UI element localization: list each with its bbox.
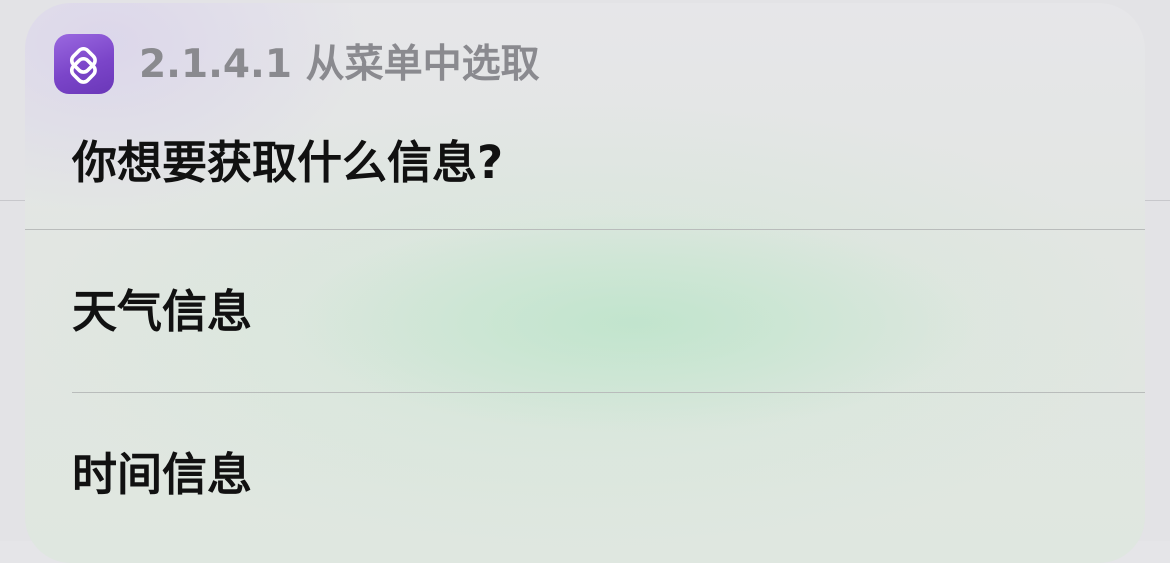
shortcut-name: 2.1.4.1 从菜单中选取 (139, 42, 540, 87)
menu-option-label: 时间信息 (72, 448, 253, 501)
menu-option-label: 天气信息 (72, 285, 253, 338)
prompt-title: 你想要获取什么信息? (72, 136, 504, 189)
shortcuts-icon (54, 34, 114, 94)
choose-from-menu-dialog: 2.1.4.1 从菜单中选取 你想要获取什么信息? 天气信息 时间信息 (25, 3, 1145, 563)
menu-option-weather[interactable]: 天气信息 (25, 230, 1145, 390)
menu-option-time[interactable]: 时间信息 (25, 393, 1145, 553)
dialog-header: 2.1.4.1 从菜单中选取 你想要获取什么信息? (25, 3, 1145, 229)
